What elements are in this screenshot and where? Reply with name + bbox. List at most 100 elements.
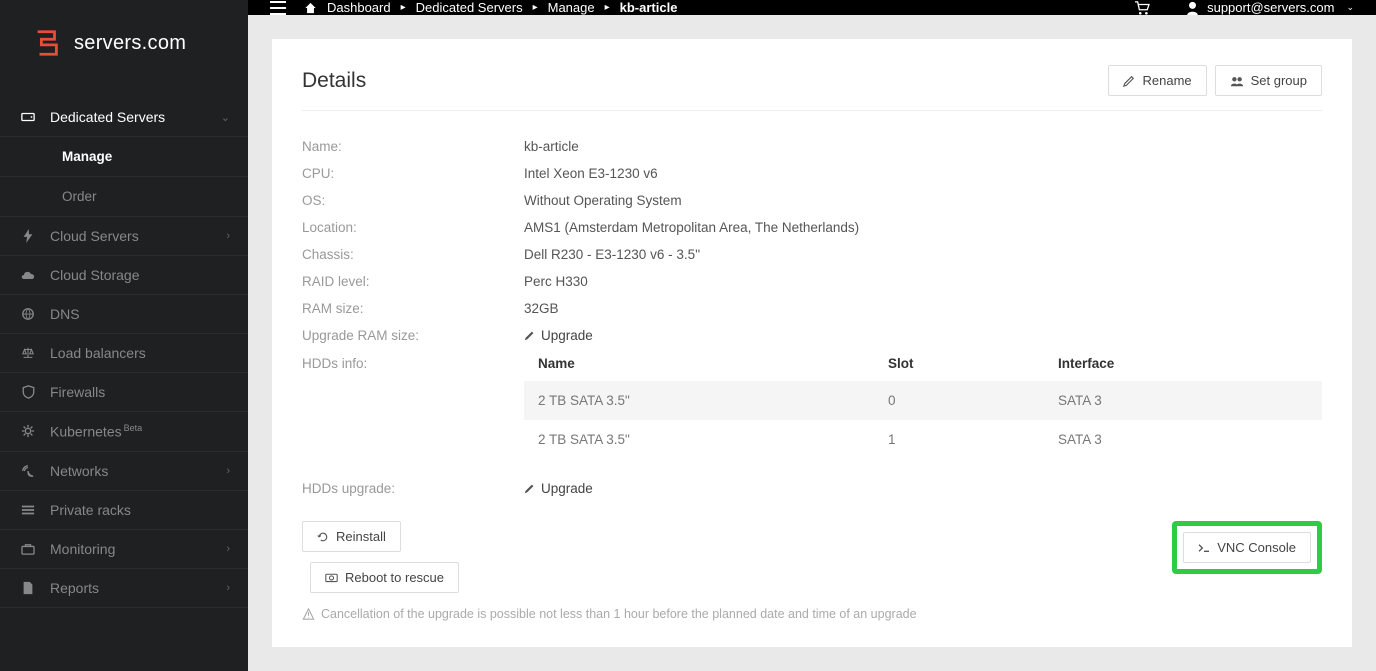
- sidebar-item-dns[interactable]: DNS: [0, 295, 248, 334]
- detail-value-name: kb-article: [524, 139, 1322, 154]
- sidebar-item-label: Private racks: [50, 502, 230, 518]
- pencil-icon: [524, 330, 535, 341]
- detail-value-raid: Perc H330: [524, 274, 1322, 289]
- sidebar-item-cloud-storage[interactable]: Cloud Storage: [0, 256, 248, 295]
- breadcrumb-link[interactable]: Dashboard: [327, 0, 391, 15]
- reboot-rescue-button[interactable]: Reboot to rescue: [310, 562, 459, 593]
- user-email: support@servers.com: [1207, 0, 1334, 15]
- sidebar-item-label: Dedicated Servers: [50, 109, 221, 125]
- table-header-interface: Interface: [1058, 356, 1308, 371]
- detail-label: HDDs upgrade:: [302, 481, 524, 497]
- detail-label: Name:: [302, 139, 524, 154]
- logo-text: servers.com: [74, 32, 186, 55]
- file-icon: [20, 581, 36, 595]
- detail-value-ram: 32GB: [524, 301, 1322, 316]
- detail-label: Chassis:: [302, 247, 524, 262]
- signal-icon: [20, 464, 36, 478]
- cancellation-note: Cancellation of the upgrade is possible …: [302, 607, 1322, 621]
- sidebar-item-label: DNS: [50, 306, 230, 322]
- sidebar-item-load-balancers[interactable]: Load balancers: [0, 334, 248, 373]
- hdds-table: Name Slot Interface 2 TB SATA 3.5" 0 SAT…: [524, 356, 1322, 459]
- breadcrumb-link[interactable]: Dedicated Servers: [416, 0, 523, 15]
- detail-value-location: AMS1 (Amsterdam Metropolitan Area, The N…: [524, 220, 1322, 235]
- sidebar-item-reports[interactable]: Reports ›: [0, 569, 248, 608]
- gear-icon: [20, 424, 36, 438]
- vnc-highlight: VNC Console: [1172, 521, 1322, 574]
- sidebar-item-networks[interactable]: Networks ›: [0, 452, 248, 491]
- vnc-console-button[interactable]: VNC Console: [1183, 532, 1311, 563]
- chevron-right-icon: ›: [226, 582, 230, 594]
- sidebar-item-monitoring[interactable]: Monitoring ›: [0, 530, 248, 569]
- chevron-right-icon: ▸: [401, 2, 406, 13]
- refresh-icon: [317, 531, 329, 543]
- sidebar-item-label: KubernetesBeta: [50, 423, 230, 440]
- sidebar: servers.com Dedicated Servers ⌄ Manage O…: [0, 0, 248, 671]
- page-title: Details: [302, 69, 1108, 93]
- table-header-name: Name: [538, 356, 888, 371]
- reinstall-button[interactable]: Reinstall: [302, 521, 401, 552]
- sidebar-item-cloud-servers[interactable]: Cloud Servers ›: [0, 217, 248, 256]
- chevron-right-icon: ▸: [533, 2, 538, 13]
- list-icon: [20, 504, 36, 516]
- bolt-icon: [20, 229, 36, 243]
- details-card: Details Rename Set group: [272, 39, 1352, 647]
- scales-icon: [20, 346, 36, 360]
- warning-icon: [302, 608, 315, 620]
- sidebar-item-private-racks[interactable]: Private racks: [0, 491, 248, 530]
- chevron-right-icon: ›: [226, 230, 230, 242]
- detail-label: RAM size:: [302, 301, 524, 316]
- detail-label: OS:: [302, 193, 524, 208]
- sidebar-subitem-manage[interactable]: Manage: [0, 137, 248, 177]
- sidebar-item-label: Cloud Servers: [50, 228, 226, 244]
- topbar: Dashboard ▸ Dedicated Servers ▸ Manage ▸…: [248, 0, 1376, 15]
- set-group-button[interactable]: Set group: [1215, 65, 1322, 96]
- sidebar-item-label: Load balancers: [50, 345, 230, 361]
- breadcrumb: Dashboard ▸ Dedicated Servers ▸ Manage ▸…: [304, 0, 677, 15]
- chevron-right-icon: ▸: [605, 2, 610, 13]
- cart-icon[interactable]: [1134, 1, 1150, 15]
- upgrade-hdds-link[interactable]: Upgrade: [524, 481, 593, 496]
- detail-label: Upgrade RAM size:: [302, 328, 524, 344]
- menu-toggle-icon[interactable]: [270, 1, 286, 15]
- chevron-right-icon: ›: [226, 543, 230, 555]
- briefcase-icon: [20, 543, 36, 555]
- hdd-icon: [20, 110, 36, 124]
- globe-icon: [20, 307, 36, 321]
- pencil-icon: [524, 483, 535, 494]
- detail-label: HDDs info:: [302, 356, 524, 371]
- detail-label: Location:: [302, 220, 524, 235]
- detail-label: RAID level:: [302, 274, 524, 289]
- rename-button[interactable]: Rename: [1108, 65, 1206, 96]
- chevron-down-icon: ⌄: [221, 111, 230, 124]
- cloud-icon: [20, 269, 36, 281]
- upgrade-ram-link[interactable]: Upgrade: [524, 328, 593, 343]
- sidebar-subitem-order[interactable]: Order: [0, 177, 248, 217]
- logo-mark-icon: [32, 28, 62, 58]
- terminal-icon: [1198, 543, 1210, 553]
- edit-icon: [1123, 75, 1135, 87]
- breadcrumb-current: kb-article: [620, 0, 678, 15]
- divider: [302, 110, 1322, 111]
- sidebar-item-kubernetes[interactable]: KubernetesBeta: [0, 412, 248, 452]
- sidebar-item-label: Firewalls: [50, 384, 230, 400]
- sidebar-nav: Dedicated Servers ⌄ Manage Order Cloud S…: [0, 98, 248, 608]
- sidebar-item-label: Cloud Storage: [50, 267, 230, 283]
- detail-value-chassis: Dell R230 - E3-1230 v6 - 3.5'': [524, 247, 1322, 262]
- users-icon: [1230, 75, 1244, 87]
- chevron-right-icon: ›: [226, 465, 230, 477]
- home-icon[interactable]: [304, 2, 317, 14]
- logo[interactable]: servers.com: [0, 0, 248, 98]
- detail-value-os: Without Operating System: [524, 193, 1322, 208]
- user-menu[interactable]: support@servers.com ⌄: [1186, 0, 1354, 15]
- table-header-slot: Slot: [888, 356, 1058, 371]
- caret-down-icon: ⌄: [1346, 2, 1354, 13]
- breadcrumb-link[interactable]: Manage: [548, 0, 595, 15]
- table-row: 2 TB SATA 3.5" 0 SATA 3: [524, 381, 1322, 420]
- detail-value-cpu: Intel Xeon E3-1230 v6: [524, 166, 1322, 181]
- sidebar-item-label: Monitoring: [50, 541, 226, 557]
- detail-label: CPU:: [302, 166, 524, 181]
- user-icon: [1186, 1, 1199, 15]
- sidebar-item-dedicated-servers[interactable]: Dedicated Servers ⌄: [0, 98, 248, 137]
- sidebar-item-firewalls[interactable]: Firewalls: [0, 373, 248, 412]
- table-row: 2 TB SATA 3.5" 1 SATA 3: [524, 420, 1322, 459]
